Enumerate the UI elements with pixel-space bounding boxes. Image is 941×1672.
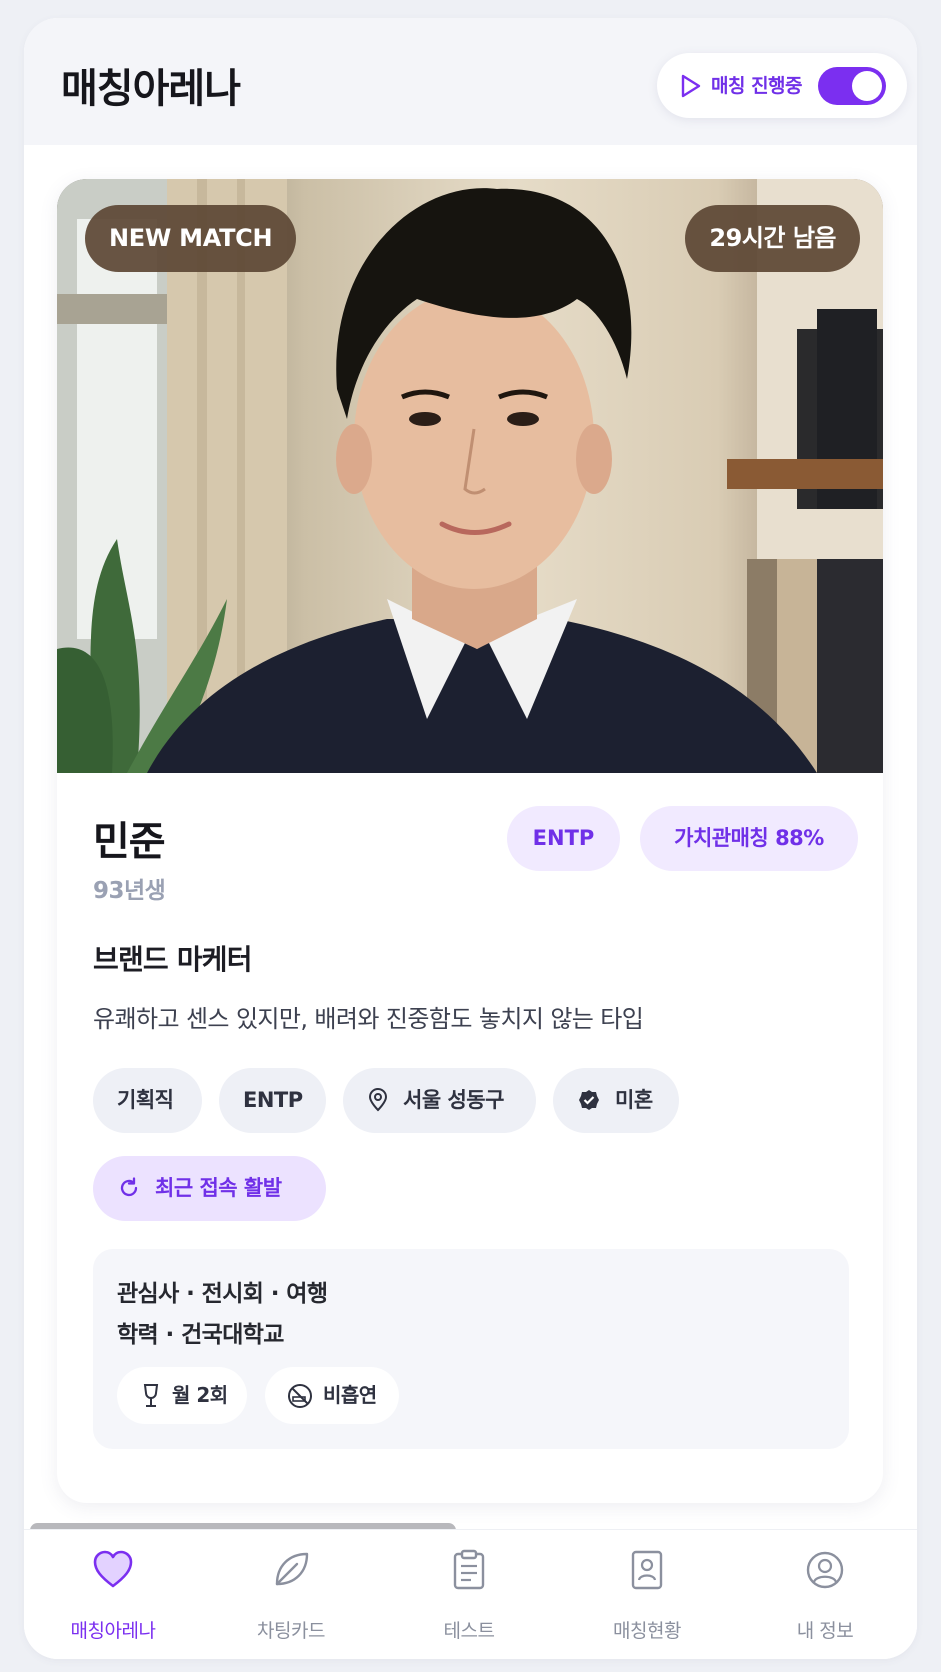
nav-label: 매칭아레나 bbox=[70, 1620, 156, 1642]
nav-label: 매칭현황 bbox=[613, 1620, 681, 1642]
no-smoking-icon bbox=[288, 1384, 312, 1408]
toggle-knob bbox=[852, 71, 882, 101]
smoking-pill: 비흡연 bbox=[265, 1367, 399, 1424]
refresh-icon bbox=[120, 1177, 138, 1197]
matching-toggle-switch[interactable] bbox=[818, 67, 886, 105]
nav-label: 테스트 bbox=[443, 1620, 495, 1642]
bottom-navigation: 매칭아레나 차팅카드 테스트 매칭현황 내 정보 bbox=[24, 1529, 917, 1659]
verified-badge-icon bbox=[579, 1090, 599, 1110]
nav-item-test[interactable]: 테스트 bbox=[380, 1530, 558, 1659]
user-circle-icon bbox=[806, 1551, 844, 1589]
app-title: 매칭아레나 bbox=[61, 66, 241, 112]
heart-icon bbox=[93, 1550, 133, 1588]
leaf-icon bbox=[275, 1552, 309, 1586]
value-match-pill: 가치관매칭 88% bbox=[640, 806, 858, 871]
education-line: 학력 · 건국대학교 bbox=[117, 1322, 284, 1348]
mbti-pill: ENTP bbox=[507, 806, 620, 871]
clipboard-icon bbox=[453, 1549, 485, 1590]
detail-box: 관심사 · 전시회 · 여행 학력 · 건국대학교 월 2회 비흡연 bbox=[93, 1249, 849, 1449]
time-left-badge: 29시간 남음 bbox=[685, 205, 860, 272]
id-card-icon bbox=[631, 1550, 663, 1590]
intro-text: 유쾌하고 센스 있지만, 배려와 진중함도 놓치지 않는 타입 bbox=[93, 1005, 644, 1033]
tag-location: 서울 성동구 bbox=[343, 1068, 536, 1133]
interests-line: 관심사 · 전시회 · 여행 bbox=[117, 1281, 328, 1307]
nav-item-chatting-cards[interactable]: 차팅카드 bbox=[202, 1530, 380, 1659]
map-pin-icon bbox=[368, 1088, 388, 1112]
new-match-badge: NEW MATCH bbox=[85, 205, 297, 272]
content-scroll-area[interactable]: NEW MATCH 29시간 남음 민준 93년생 ENTP 가치관매칭 88%… bbox=[24, 145, 917, 1538]
top-bar: 매칭아레나 매칭 진행중 bbox=[24, 18, 917, 145]
wine-glass-icon bbox=[143, 1384, 159, 1407]
tag-label: 미혼 bbox=[615, 1088, 653, 1112]
drinking-pill: 월 2회 bbox=[117, 1367, 247, 1424]
tag-label: ENTP bbox=[243, 1088, 303, 1112]
drinking-label: 월 2회 bbox=[172, 1383, 228, 1407]
nav-item-matching-status[interactable]: 매칭현황 bbox=[558, 1530, 736, 1659]
birth-year: 93년생 bbox=[93, 878, 166, 904]
activity-tag-label: 최근 접속 활발 bbox=[155, 1176, 282, 1200]
nav-label: 내 정보 bbox=[796, 1620, 854, 1642]
activity-tag: 최근 접속 활발 bbox=[93, 1156, 326, 1221]
smoking-label: 비흡연 bbox=[323, 1383, 377, 1407]
tag-label: 기획직 bbox=[117, 1088, 174, 1112]
nav-item-my-info[interactable]: 내 정보 bbox=[736, 1530, 914, 1659]
tag-marital-status: 미혼 bbox=[553, 1068, 679, 1133]
matching-toggle-label: 매칭 진행중 bbox=[711, 75, 803, 97]
profile-card[interactable]: NEW MATCH 29시간 남음 민준 93년생 ENTP 가치관매칭 88%… bbox=[57, 179, 883, 1503]
matching-toggle-control[interactable]: 매칭 진행중 bbox=[657, 53, 907, 118]
nav-item-matching-arena[interactable]: 매칭아레나 bbox=[24, 1530, 202, 1659]
tag-job-category: 기획직 bbox=[93, 1068, 202, 1133]
play-icon bbox=[681, 74, 701, 98]
profile-name: 민준 bbox=[93, 819, 166, 865]
profile-info: 민준 93년생 ENTP 가치관매칭 88% 브랜드 마케터 유쾌하고 센스 있… bbox=[57, 773, 883, 1503]
profile-photo: NEW MATCH 29시간 남음 bbox=[57, 179, 883, 773]
nav-label: 차팅카드 bbox=[257, 1620, 325, 1642]
job-title: 브랜드 마케터 bbox=[93, 943, 253, 976]
app-window: 매칭아레나 매칭 진행중 NEW MATCH 29시간 남음 민준 93년생 E… bbox=[24, 18, 917, 1659]
tag-mbti: ENTP bbox=[219, 1068, 326, 1133]
tag-label: 서울 성동구 bbox=[403, 1088, 504, 1112]
